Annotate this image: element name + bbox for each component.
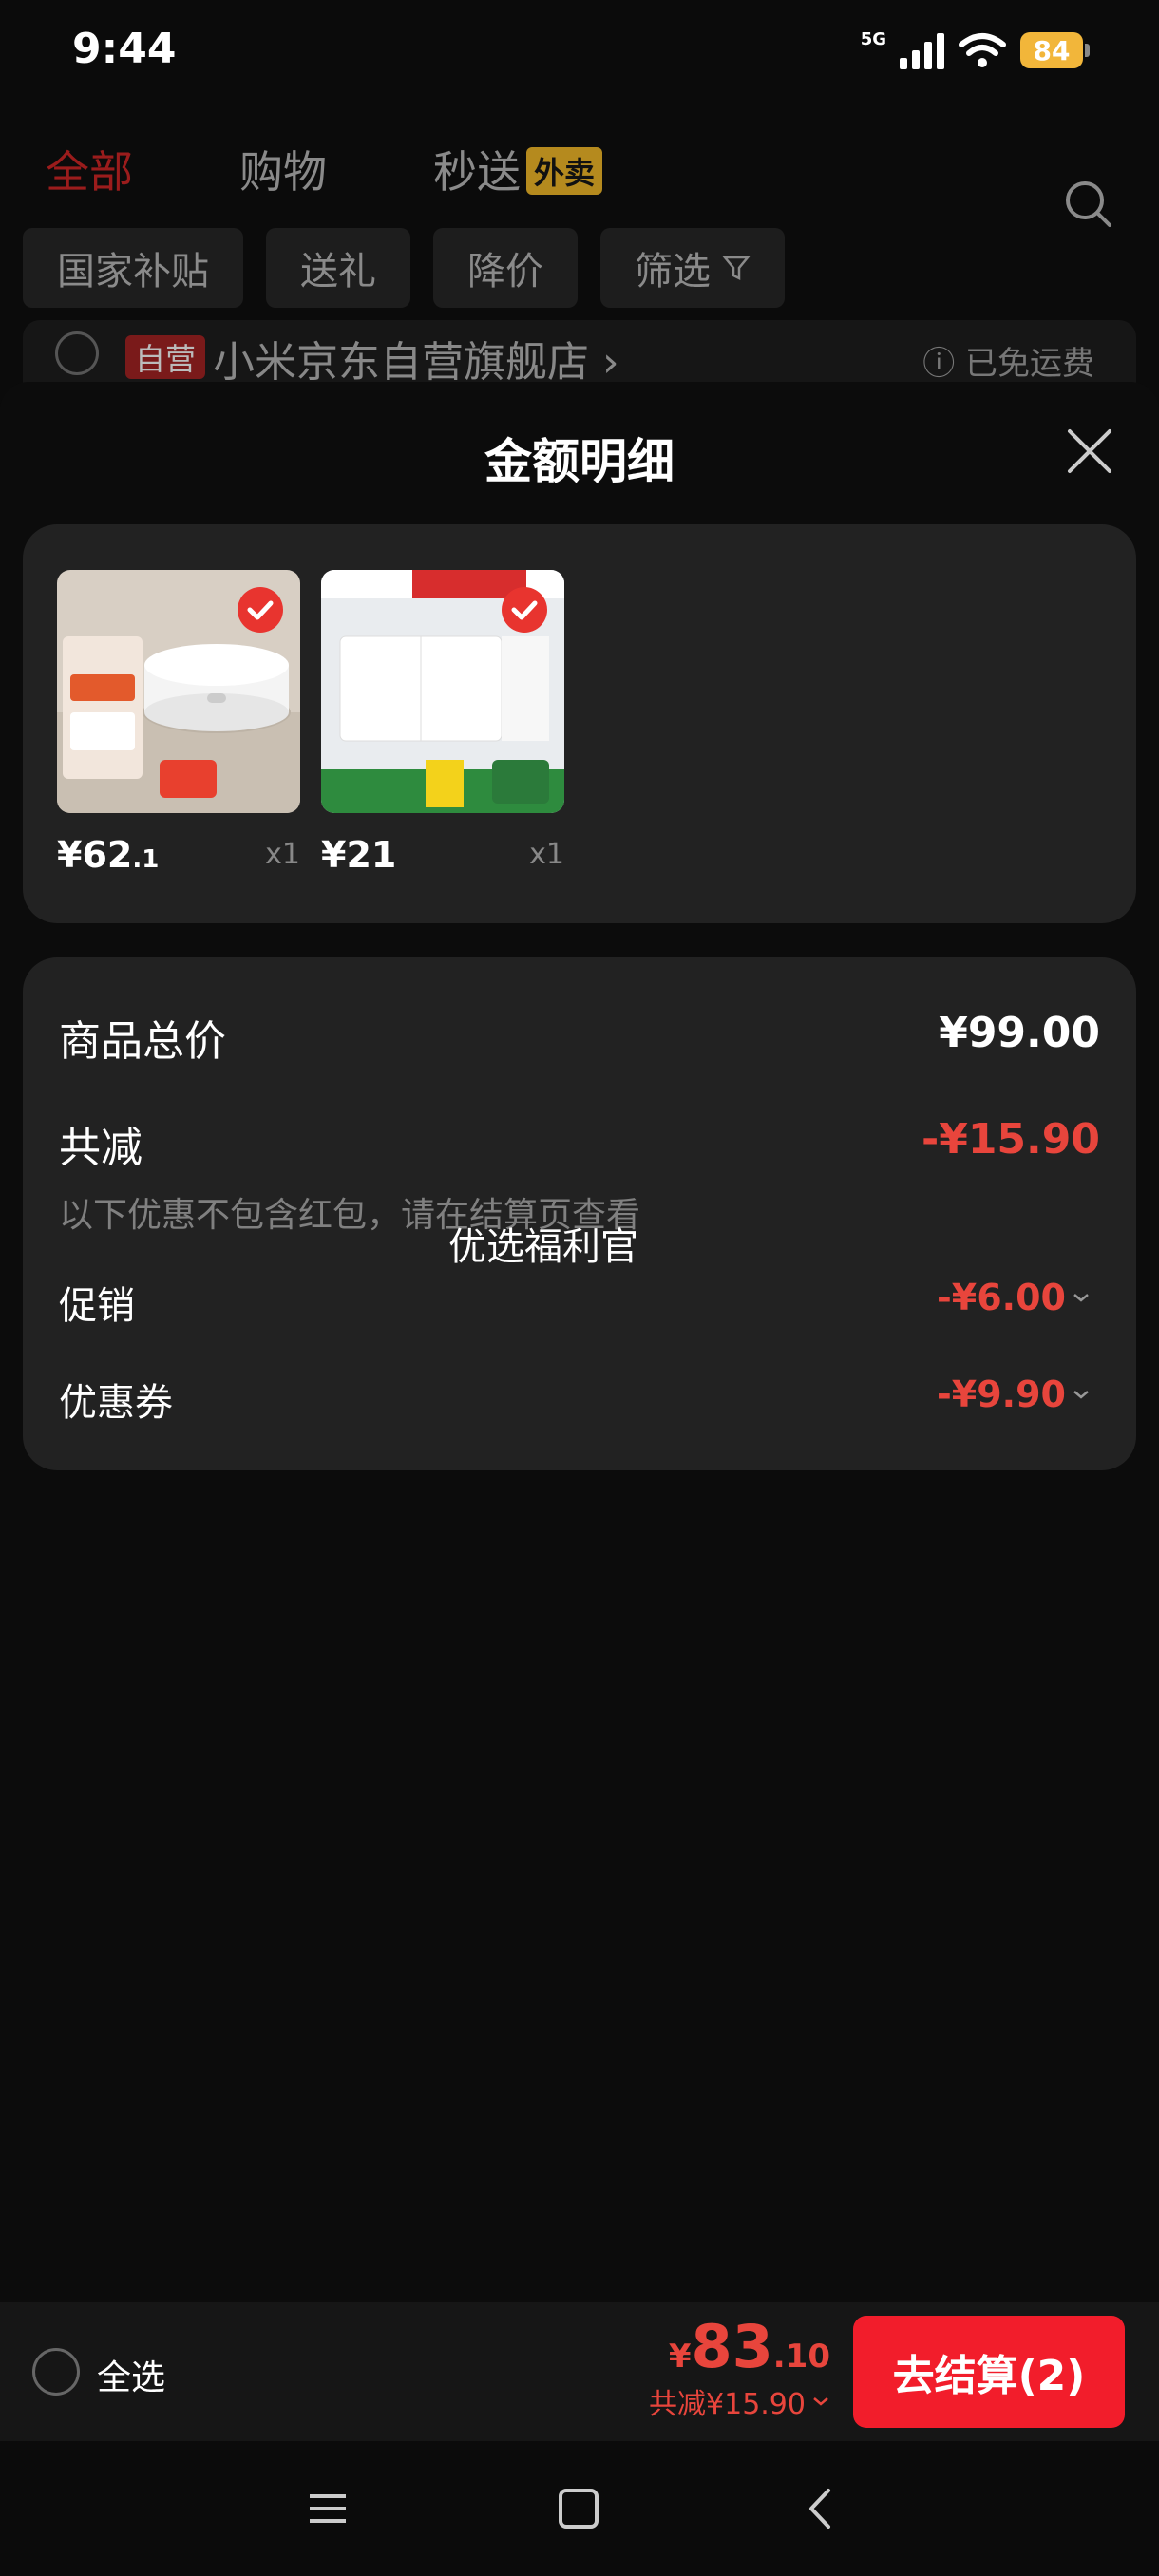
amount-detail-sheet: 金额明细 ¥62.1 x1 ¥21 x1 商品总价 ¥99.00 共减 -¥15… (0, 382, 1159, 2302)
discount-value: -¥15.90 (921, 1115, 1100, 1164)
status-bar: 9:44 5G 84 (0, 0, 1159, 100)
menu-icon[interactable] (304, 2485, 352, 2532)
currency-symbol: ¥ (668, 2338, 692, 2376)
total-int: 83 (691, 2312, 773, 2381)
store-name[interactable]: 小米京东自营旗舰店 › (213, 328, 619, 388)
product-qty: x1 (529, 838, 564, 871)
products-card: ¥62.1 x1 ¥21 x1 (23, 524, 1136, 923)
takeout-badge: 外卖 (526, 147, 603, 195)
smart-sensor-product-image (57, 570, 300, 813)
chip-price-drop[interactable]: 降价 (433, 228, 578, 308)
chip-subsidy[interactable]: 国家补贴 (23, 228, 243, 308)
price-detail-card: 商品总价 ¥99.00 共减 -¥15.90 以下优惠不包含红包，请在结算页查看… (23, 957, 1136, 1470)
free-shipping-text: ⓘ 已免运费 (922, 345, 1094, 383)
tab-shopping[interactable]: 购物 (239, 138, 327, 200)
search-icon[interactable] (1062, 178, 1115, 231)
selected-check-icon (238, 587, 283, 633)
background-page: 全部 购物 秒送 外卖 国家补贴 送礼 降价 筛选 自营 小米京东自营旗舰店 › … (0, 100, 1159, 387)
wall-socket-product-image (321, 570, 564, 813)
battery-level: 84 (1033, 34, 1071, 66)
tab-all[interactable]: 全部 (46, 138, 133, 200)
subtotal-label: 商品总价 (59, 1017, 226, 1066)
filter-icon (722, 256, 750, 281)
product-item[interactable]: ¥21 x1 (321, 570, 564, 876)
wifi-icon (959, 33, 1006, 67)
product-price-int: ¥21 (321, 834, 397, 876)
chip-gift[interactable]: 送礼 (266, 228, 410, 308)
battery-icon: 84 (1020, 32, 1090, 68)
self-operated-badge: 自营 (125, 335, 206, 379)
status-icons: 5G 84 (860, 27, 1090, 74)
product-price: ¥62.1 (57, 834, 159, 876)
system-nav-bar (0, 2441, 1159, 2576)
product-item[interactable]: ¥62.1 x1 (57, 570, 300, 876)
promotion-row[interactable]: -¥6.00 (937, 1277, 1091, 1318)
tab-express[interactable]: 秒送 外卖 (433, 138, 603, 200)
total-price: ¥83.10 (669, 2312, 830, 2381)
home-icon[interactable] (555, 2485, 602, 2532)
checkout-button[interactable]: 去结算(2) (853, 2316, 1125, 2428)
promotion-label: 促销 (59, 1284, 135, 1328)
coupon-row[interactable]: -¥9.90 (937, 1373, 1091, 1415)
back-icon[interactable] (798, 2485, 846, 2532)
product-price: ¥21 (321, 834, 396, 876)
welfare-officer-label: 优选福利官 (448, 1225, 638, 1269)
product-price-int: ¥62 (57, 834, 133, 876)
subtotal-value: ¥99.00 (939, 1009, 1100, 1057)
total-discount-toggle[interactable]: 共减¥15.90 (649, 2380, 830, 2422)
selected-check-icon (502, 587, 547, 633)
product-price-dec: .1 (132, 845, 160, 874)
store-row: 自营 小米京东自营旗舰店 › ⓘ 已免运费 (23, 320, 1136, 387)
total-dec: .10 (772, 2338, 830, 2376)
chevron-down-icon (1074, 1391, 1089, 1399)
select-all-label[interactable]: 全选 (97, 2350, 165, 2399)
close-icon[interactable] (1066, 427, 1113, 475)
discount-label: 共减 (59, 1124, 142, 1172)
total-discount-text: 共减¥15.90 (649, 2388, 806, 2421)
coupon-label: 优惠券 (59, 1381, 173, 1425)
select-all-radio[interactable] (32, 2348, 80, 2396)
chip-filter[interactable]: 筛选 (600, 228, 785, 308)
sheet-title: 金额明细 (484, 434, 674, 489)
store-select-radio[interactable] (55, 331, 99, 375)
signal-icon (900, 31, 944, 69)
chevron-down-icon (813, 2397, 828, 2406)
product-qty: x1 (265, 838, 300, 871)
coupon-value: -¥9.90 (937, 1373, 1066, 1415)
chip-filter-label: 筛选 (635, 250, 711, 294)
top-tabs: 全部 购物 秒送 外卖 (0, 138, 1159, 242)
network-type: 5G (860, 28, 886, 49)
status-time: 9:44 (72, 25, 177, 73)
filter-chips: 国家补贴 送礼 降价 筛选 (23, 228, 785, 308)
tab-express-label: 秒送 (433, 146, 521, 198)
checkout-bar: 全选 ¥83.10 共减¥15.90 去结算(2) (0, 2302, 1159, 2441)
promotion-value: -¥6.00 (937, 1277, 1066, 1318)
chevron-down-icon (1074, 1294, 1089, 1302)
